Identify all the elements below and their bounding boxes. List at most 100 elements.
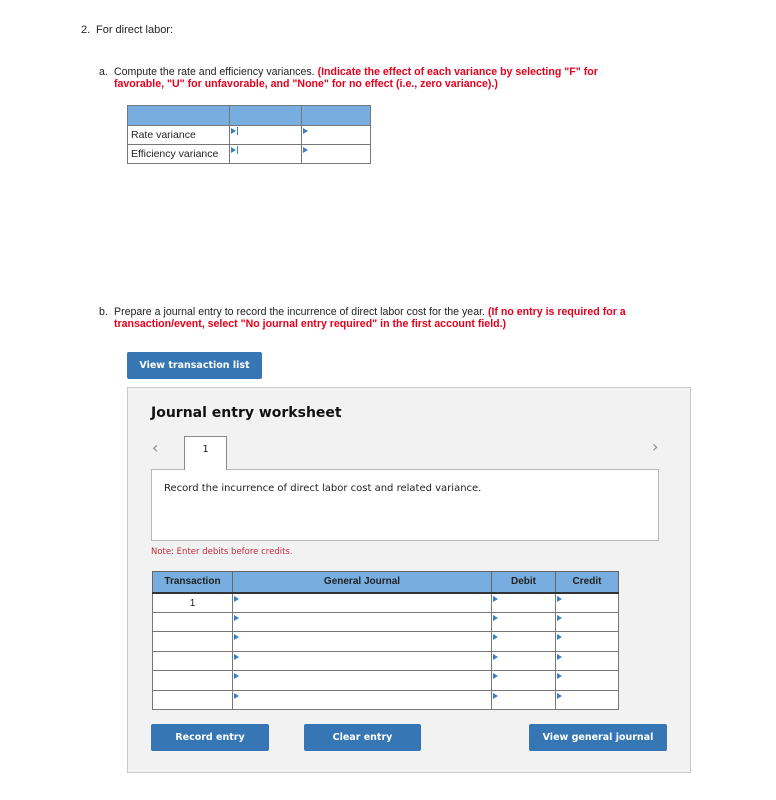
journal-entry-worksheet: Journal entry worksheet ‹ › 1 Record the…: [127, 387, 691, 773]
variance-table-header: [127, 105, 371, 126]
input-marker-icon: [557, 653, 562, 660]
efficiency-variance-amount-input[interactable]: [229, 144, 302, 164]
dropdown-marker-icon: [303, 147, 308, 153]
input-marker-icon: [557, 673, 562, 679]
dropdown-marker-icon: [234, 692, 239, 699]
dropdown-marker-icon: [303, 128, 308, 134]
debit-input[interactable]: [491, 611, 556, 632]
account-select[interactable]: [232, 689, 492, 710]
input-marker-icon: [557, 595, 562, 602]
credit-input[interactable]: [555, 611, 619, 632]
header-cell-effect: [301, 105, 371, 126]
credit-input[interactable]: [555, 650, 619, 671]
transaction-number: [153, 632, 232, 636]
rate-variance-amount-input[interactable]: [229, 125, 302, 145]
question-title: 2. For direct labor:: [81, 24, 173, 36]
input-marker-icon: [493, 614, 498, 621]
column-header-general-journal: General Journal: [232, 571, 492, 594]
transaction-cell: [152, 611, 233, 632]
input-marker-icon: [493, 653, 498, 660]
debit-input[interactable]: [491, 631, 556, 652]
input-marker-icon: [231, 147, 236, 153]
variance-row-rate: Rate variance: [127, 125, 371, 145]
chevron-left-icon[interactable]: ‹: [152, 438, 158, 457]
table-row: [152, 650, 619, 671]
table-row: [152, 631, 619, 652]
view-transaction-list-button[interactable]: View transaction list: [127, 352, 262, 379]
chevron-right-icon[interactable]: ›: [652, 437, 658, 456]
part-b-instruction: Prepare a journal entry to record the in…: [114, 306, 485, 318]
worksheet-title: Journal entry worksheet: [151, 405, 342, 421]
debit-input[interactable]: [491, 689, 556, 710]
transaction-cell: [152, 650, 233, 671]
input-marker-icon: [557, 634, 562, 640]
variance-row-efficiency: Efficiency variance: [127, 144, 371, 164]
input-marker-icon: [493, 692, 498, 699]
variance-table: Rate variance Efficiency variance: [127, 105, 371, 164]
efficiency-variance-label: Efficiency variance: [127, 144, 230, 164]
input-marker-icon: [493, 634, 498, 640]
text-caret-icon: [237, 146, 238, 154]
dropdown-marker-icon: [234, 595, 239, 602]
account-select[interactable]: [232, 670, 492, 691]
view-general-journal-button[interactable]: View general journal: [529, 724, 667, 751]
rate-variance-effect-select[interactable]: [301, 125, 371, 145]
credit-input[interactable]: [555, 592, 619, 613]
transaction-description: Record the incurrence of direct labor co…: [164, 483, 482, 494]
part-a-instruction: Compute the rate and efficiency variance…: [114, 66, 315, 78]
journal-table-header: Transaction General Journal Debit Credit: [152, 571, 619, 594]
account-select[interactable]: [232, 611, 492, 632]
journal-entry-table: Transaction General Journal Debit Credit…: [152, 571, 619, 710]
transaction-number: [153, 652, 232, 656]
credit-input[interactable]: [555, 689, 619, 710]
column-header-debit: Debit: [491, 571, 556, 594]
table-row: [152, 689, 619, 710]
transaction-number: 1: [189, 597, 196, 609]
dropdown-marker-icon: [234, 673, 239, 679]
header-cell-label: [127, 105, 230, 126]
part-a-letter: a.: [99, 66, 108, 78]
worksheet-tab-1[interactable]: 1: [184, 436, 227, 470]
account-select[interactable]: [232, 631, 492, 652]
rate-variance-label: Rate variance: [127, 125, 230, 145]
credit-input[interactable]: [555, 631, 619, 652]
debits-note: Note: Enter debits before credits.: [151, 547, 293, 557]
transaction-number: [153, 671, 232, 675]
transaction-description-box: Record the incurrence of direct labor co…: [151, 469, 659, 541]
transaction-cell: 1: [152, 592, 233, 613]
account-select[interactable]: [232, 650, 492, 671]
header-cell-amount: [229, 105, 302, 126]
debit-input[interactable]: [491, 592, 556, 613]
clear-entry-button[interactable]: Clear entry: [304, 724, 421, 751]
part-a-instructions: a. Compute the rate and efficiency varia…: [99, 66, 639, 90]
dropdown-marker-icon: [234, 634, 239, 640]
account-select[interactable]: [232, 592, 492, 613]
column-header-credit: Credit: [555, 571, 619, 594]
part-b-letter: b.: [99, 306, 108, 318]
input-marker-icon: [493, 595, 498, 602]
table-row: [152, 670, 619, 691]
input-marker-icon: [557, 614, 562, 621]
part-b-instructions: b. Prepare a journal entry to record the…: [99, 306, 639, 330]
table-row: 1: [152, 592, 619, 613]
transaction-number: [153, 691, 232, 695]
transaction-cell: [152, 689, 233, 710]
transaction-number: [153, 613, 232, 617]
question-text: For direct labor:: [96, 24, 174, 36]
transaction-cell: [152, 631, 233, 652]
record-entry-button[interactable]: Record entry: [151, 724, 269, 751]
efficiency-variance-effect-select[interactable]: [301, 144, 371, 164]
column-header-transaction: Transaction: [152, 571, 233, 594]
input-marker-icon: [231, 128, 236, 134]
dropdown-marker-icon: [234, 653, 239, 660]
dropdown-marker-icon: [234, 614, 239, 621]
debit-input[interactable]: [491, 670, 556, 691]
input-marker-icon: [493, 673, 498, 679]
debit-input[interactable]: [491, 650, 556, 671]
text-caret-icon: [237, 127, 238, 135]
credit-input[interactable]: [555, 670, 619, 691]
question-number: 2.: [81, 24, 91, 36]
table-row: [152, 611, 619, 632]
transaction-cell: [152, 670, 233, 691]
input-marker-icon: [557, 692, 562, 699]
